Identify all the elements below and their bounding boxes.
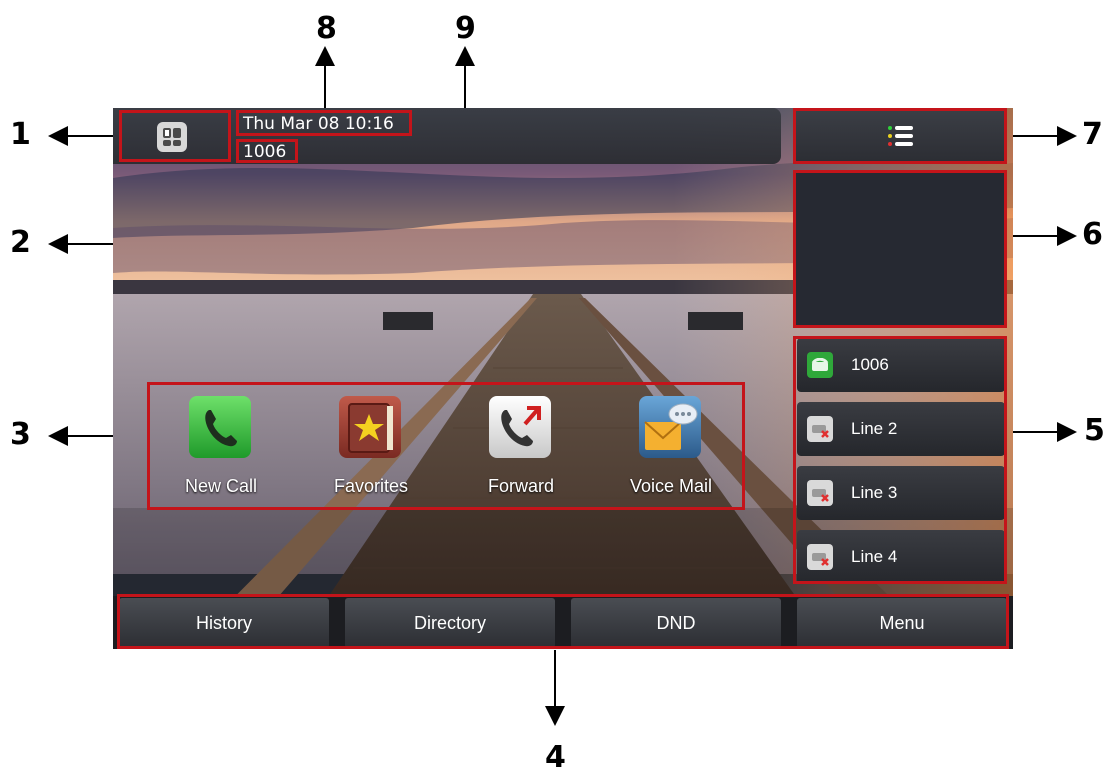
highlight-box-9 (236, 139, 298, 163)
callout-4: 4 (545, 740, 566, 775)
highlight-box-3 (147, 382, 745, 510)
phone-screen: Thu Mar 08 10:16 1006 1006 Line 2 Line 3 (113, 108, 1013, 649)
highlight-box-1 (119, 110, 231, 162)
callout-6: 6 (1082, 217, 1103, 252)
highlight-box-4 (117, 594, 1009, 649)
highlight-box-6 (793, 170, 1007, 328)
callout-8: 8 (316, 11, 337, 46)
callout-9: 9 (455, 11, 476, 46)
callout-2: 2 (10, 225, 31, 260)
callout-3: 3 (10, 417, 31, 452)
highlight-box-5 (793, 336, 1007, 584)
highlight-box-7 (793, 108, 1007, 164)
callout-7: 7 (1082, 117, 1103, 152)
callout-5: 5 (1084, 413, 1105, 448)
callout-1: 1 (10, 117, 31, 152)
highlight-box-8 (236, 110, 412, 136)
